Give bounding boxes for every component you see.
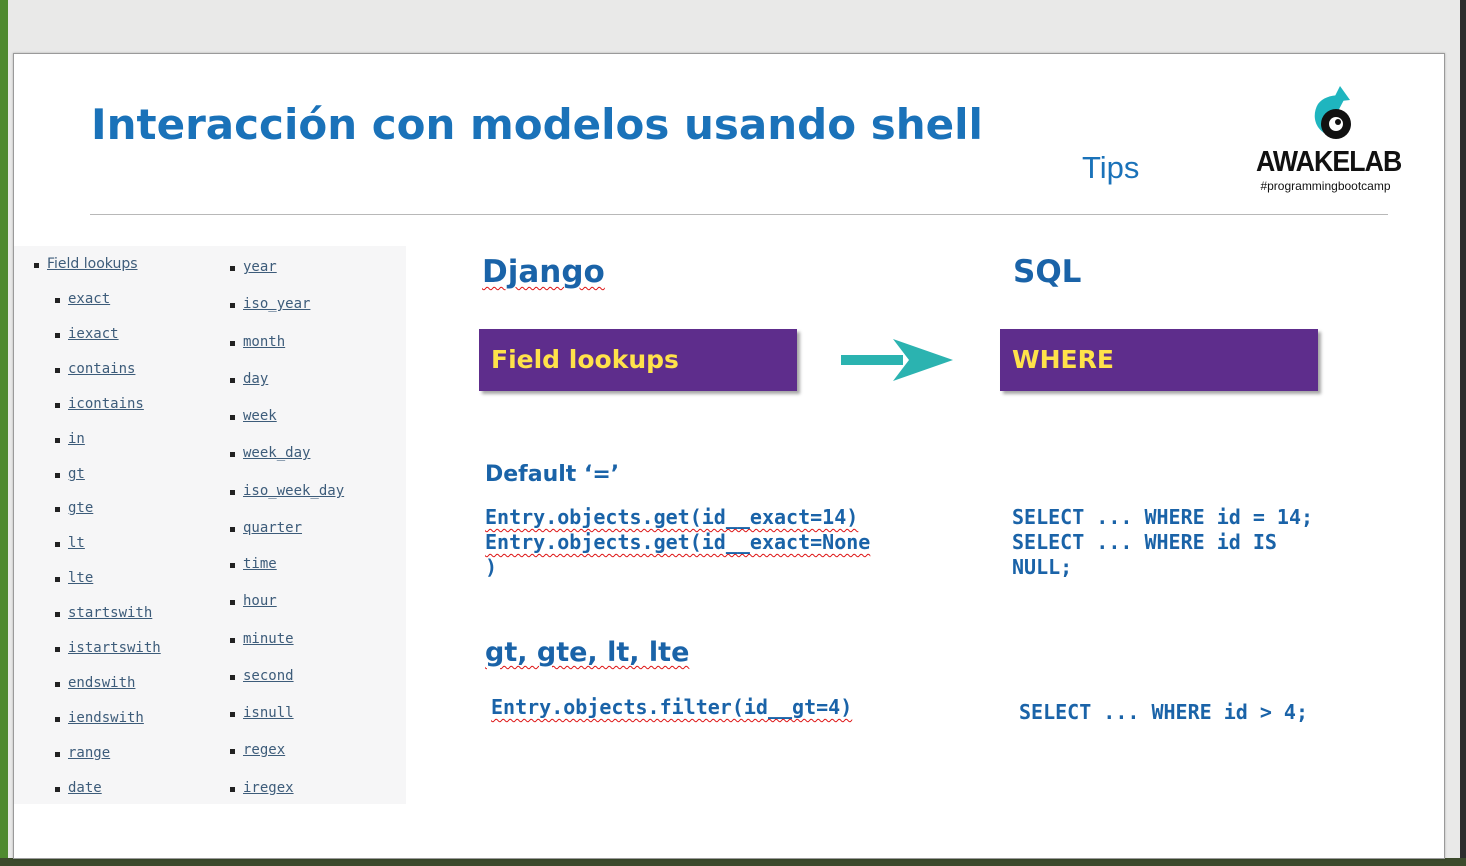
arrow-right-icon bbox=[841, 339, 953, 381]
lookup-link-endswith[interactable]: endswith bbox=[54, 675, 135, 691]
sql-line-is: SELECT ... WHERE id IS bbox=[1012, 530, 1277, 554]
field-lookups-list-panel: Field lookups exact iexact contains icon… bbox=[14, 246, 406, 804]
lookup-link-gte[interactable]: gte bbox=[54, 500, 93, 516]
lookup-link-regex[interactable]: regex bbox=[229, 742, 285, 758]
slide-title: Interacción con modelos usando shell bbox=[91, 100, 983, 149]
lookup-link-isnull[interactable]: isnull bbox=[230, 705, 294, 721]
sql-code-block-default: SELECT ... WHERE id = 14; SELECT ... WHE… bbox=[1012, 505, 1313, 580]
lookup-link-minute[interactable]: minute bbox=[230, 631, 294, 647]
lookup-link-lte[interactable]: lte bbox=[54, 570, 93, 586]
lookup-link-iexact[interactable]: iexact bbox=[55, 326, 119, 342]
sql-heading: SQL bbox=[1013, 254, 1082, 290]
title-divider bbox=[90, 214, 1388, 215]
lookup-link-time[interactable]: time bbox=[230, 556, 277, 572]
lookup-link-in[interactable]: in bbox=[55, 431, 85, 447]
django-heading: Django bbox=[482, 254, 605, 290]
lookup-link-startswith[interactable]: startswith bbox=[54, 605, 152, 621]
default-heading: Default ‘=’ bbox=[485, 462, 620, 487]
lookup-link-istartswith[interactable]: istartswith bbox=[55, 640, 161, 656]
logo-wordmark: AWAKELAB bbox=[1256, 146, 1402, 178]
sql-line-equals-14: SELECT ... WHERE id = 14; bbox=[1012, 505, 1314, 529]
presentation-slide: Interacción con modelos usando shell Tip… bbox=[13, 53, 1445, 859]
lookup-link-icontains[interactable]: icontains bbox=[55, 396, 144, 412]
lookup-link-iregex[interactable]: iregex bbox=[230, 780, 294, 796]
lookup-link-range[interactable]: range bbox=[54, 745, 110, 761]
logo-tagline: #programmingbootcamp bbox=[1260, 179, 1391, 193]
window-frame-bottom bbox=[0, 858, 1466, 866]
lookup-link-quarter[interactable]: quarter bbox=[229, 520, 302, 536]
lookup-link-field-lookups[interactable]: Field lookups bbox=[34, 256, 138, 272]
code-line-filter-gt: Entry.objects.filter(id__gt=4) bbox=[491, 695, 853, 719]
lookup-link-year[interactable]: year bbox=[230, 259, 277, 275]
lookup-link-month[interactable]: month bbox=[229, 334, 285, 350]
lookup-link-day[interactable]: day bbox=[229, 371, 268, 387]
lookup-link-iso-year[interactable]: iso_year bbox=[229, 296, 310, 312]
sql-line-greater-than: SELECT ... WHERE id > 4; bbox=[1019, 700, 1308, 724]
code-line-get-exact-none: Entry.objects.get(id__exact=None bbox=[485, 530, 871, 554]
lookup-link-exact[interactable]: exact bbox=[54, 291, 110, 307]
lookup-link-week-day[interactable]: week_day bbox=[229, 445, 310, 461]
lookup-link-contains[interactable]: contains bbox=[54, 361, 135, 377]
lookup-link-second[interactable]: second bbox=[230, 668, 294, 684]
lookup-link-date[interactable]: date bbox=[55, 780, 102, 796]
window-frame-left bbox=[0, 0, 8, 866]
lookup-link-iso-week-day[interactable]: iso_week_day bbox=[229, 483, 344, 499]
field-lookups-box: Field lookups bbox=[479, 329, 797, 391]
slide-subtitle: Tips bbox=[1082, 150, 1140, 185]
sql-line-null: NULL; bbox=[1012, 555, 1073, 579]
where-box: WHERE bbox=[1000, 329, 1318, 391]
code-line-close-paren: ) bbox=[485, 555, 498, 579]
lookup-link-gt[interactable]: gt bbox=[55, 466, 85, 482]
code-line-get-exact-14: Entry.objects.get(id__exact=14) bbox=[485, 505, 859, 529]
lookup-link-week[interactable]: week bbox=[230, 408, 277, 424]
django-code-block-default: Entry.objects.get(id__exact=14) Entry.ob… bbox=[485, 505, 870, 580]
window-frame-right bbox=[1460, 0, 1466, 866]
lookup-link-hour[interactable]: hour bbox=[230, 593, 277, 609]
lookup-link-lt[interactable]: lt bbox=[55, 535, 85, 551]
comparison-heading: gt, gte, lt, lte bbox=[485, 637, 690, 668]
lookup-link-iendswith[interactable]: iendswith bbox=[55, 710, 144, 726]
